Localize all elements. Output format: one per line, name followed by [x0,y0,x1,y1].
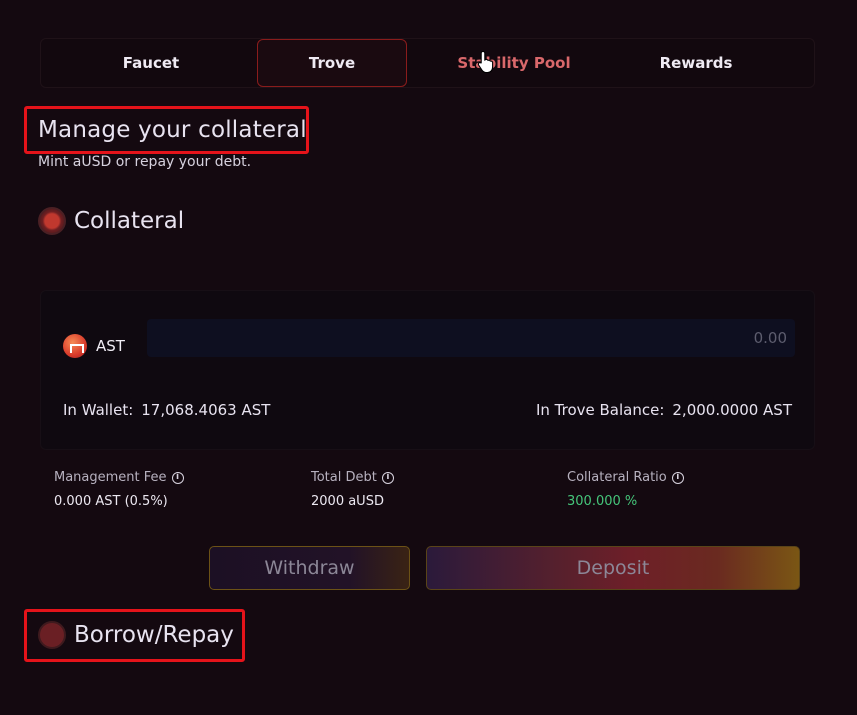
borrow-radio-icon[interactable] [38,621,66,649]
collateral-amount-input[interactable] [147,319,795,357]
token-label: AST [96,337,125,355]
tab-rewards[interactable]: Rewards [621,39,771,87]
trove-balance: In Trove Balance: 2,000.0000 AST [536,401,792,419]
total-debt-stat: Total Debt i 2000 aUSD [311,470,394,509]
info-icon[interactable]: i [171,471,184,484]
management-fee-label: Management Fee [54,470,167,485]
collateral-ratio-value: 300.000 % [567,494,638,509]
wallet-balance: In Wallet: 17,068.4063 AST [63,401,270,419]
collateral-panel: AST In Wallet: 17,068.4063 AST In Trove B… [40,290,815,450]
wallet-value: 17,068.4063 AST [141,401,271,419]
management-fee-stat: Management Fee i 0.000 AST (0.5%) [54,470,184,509]
borrow-repay-section-toggle[interactable]: Borrow/Repay [38,621,234,649]
trove-page: Faucet Trove Stability Pool Rewards Mana… [0,0,857,715]
collateral-ratio-stat: Collateral Ratio i 300.000 % [567,470,684,509]
withdraw-button[interactable]: Withdraw [209,546,410,590]
collateral-ratio-label: Collateral Ratio [567,470,667,485]
total-debt-value: 2000 aUSD [311,494,384,509]
tab-stability-pool[interactable]: Stability Pool [439,39,589,87]
hand-pointer-icon [477,50,494,74]
collateral-heading: Collateral [74,208,185,234]
management-fee-value: 0.000 AST (0.5%) [54,494,168,509]
page-subtitle: Mint aUSD or repay your debt. [38,154,252,170]
info-icon[interactable]: i [671,471,684,484]
token-selector: AST [63,334,125,358]
wallet-label: In Wallet: [63,401,134,419]
borrow-repay-heading: Borrow/Repay [74,622,234,648]
info-icon[interactable]: i [381,471,394,484]
ast-token-icon [63,334,87,358]
collateral-radio-icon[interactable] [38,207,66,235]
total-debt-label: Total Debt [311,470,377,485]
trove-balance-label: In Trove Balance: [535,401,665,419]
trove-balance-value: 2,000.0000 AST [672,401,792,419]
tab-bar: Faucet Trove Stability Pool Rewards [40,38,815,88]
tab-trove[interactable]: Trove [257,39,407,87]
collateral-section-toggle[interactable]: Collateral [38,207,184,235]
tab-faucet[interactable]: Faucet [76,39,226,87]
deposit-button[interactable]: Deposit [426,546,800,590]
page-title: Manage your collateral [38,117,307,143]
